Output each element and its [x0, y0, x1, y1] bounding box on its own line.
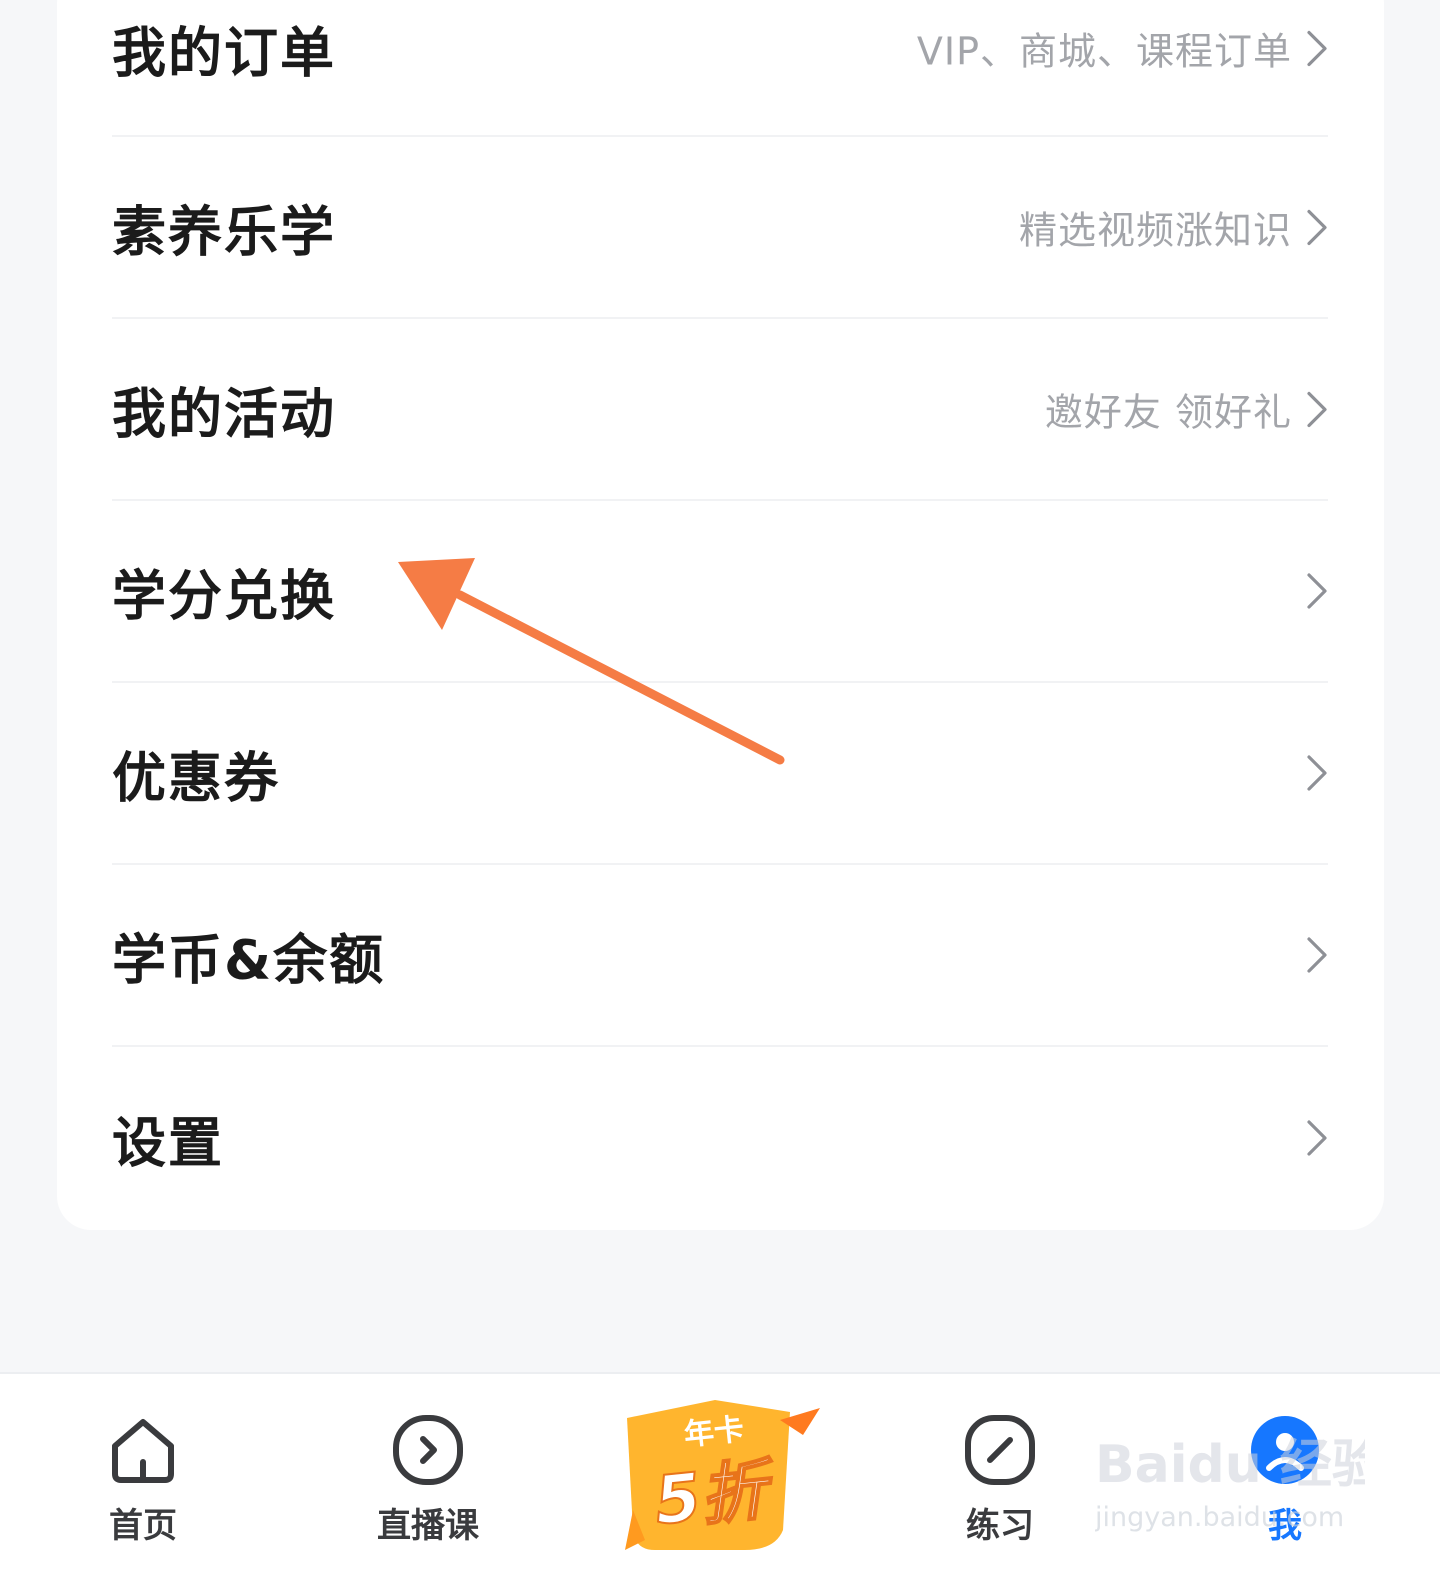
menu-item-literacy[interactable]: 素养乐学 精选视频涨知识 [112, 137, 1328, 319]
promo-top-text: 年卡 [682, 1412, 745, 1453]
play-circle-icon [393, 1415, 463, 1485]
menu-item-label: 学分兑换 [112, 564, 336, 628]
menu-item-label: 优惠券 [112, 746, 280, 810]
menu-item-coupons[interactable]: 优惠券 [112, 683, 1328, 865]
chevron-right-icon [1307, 755, 1327, 791]
menu-item-coins-balance[interactable]: 学币&余额 [112, 865, 1328, 1047]
tab-me[interactable]: 我 [1195, 1374, 1375, 1580]
tab-label: 直播课 [377, 1506, 479, 1546]
chevron-right-icon [1307, 937, 1327, 973]
menu-item-credit-exchange[interactable]: 学分兑换 [112, 501, 1328, 683]
menu-item-hint: VIP、商城、课程订单 [916, 29, 1292, 74]
promo-badge-icon: 年卡 5折 [625, 1400, 820, 1550]
menu-item-settings[interactable]: 设置 [112, 1047, 1328, 1229]
home-icon [112, 1419, 174, 1483]
menu-item-hint: 邀好友 领好礼 [1044, 390, 1292, 435]
chevron-right-icon [1307, 209, 1327, 245]
chevron-right-icon [1307, 573, 1327, 609]
menu-item-label: 我的订单 [112, 21, 336, 85]
menu-item-hint: 精选视频涨知识 [1018, 208, 1292, 253]
menu-item-activities[interactable]: 我的活动 邀好友 领好礼 [112, 319, 1328, 501]
menu-item-orders[interactable]: 我的订单 VIP、商城、课程订单 [112, 0, 1328, 137]
annual-card-promo-button[interactable]: 年卡 5折 [615, 1390, 830, 1562]
tab-live[interactable]: 直播课 [338, 1374, 518, 1580]
tab-practice[interactable]: 练习 [910, 1374, 1090, 1580]
menu-item-label: 设置 [112, 1111, 224, 1175]
tab-label: 我 [1268, 1506, 1302, 1546]
promo-big-text: 5折 [651, 1450, 780, 1539]
tab-label: 首页 [109, 1506, 177, 1546]
chevron-right-icon [1307, 1120, 1327, 1156]
menu-item-label: 我的活动 [112, 382, 336, 446]
pencil-icon [965, 1415, 1035, 1485]
menu-item-label: 素养乐学 [112, 200, 336, 264]
user-icon [1251, 1416, 1319, 1484]
menu-list: 我的订单 VIP、商城、课程订单 素养乐学 精选视频涨知识 我的活动 邀好友 领… [112, 0, 1328, 1229]
chevron-right-icon [1307, 391, 1327, 427]
tab-label: 练习 [966, 1506, 1034, 1546]
menu-item-label: 学币&余额 [112, 928, 386, 992]
tab-home[interactable]: 首页 [53, 1374, 233, 1580]
chevron-right-icon [1307, 30, 1327, 66]
